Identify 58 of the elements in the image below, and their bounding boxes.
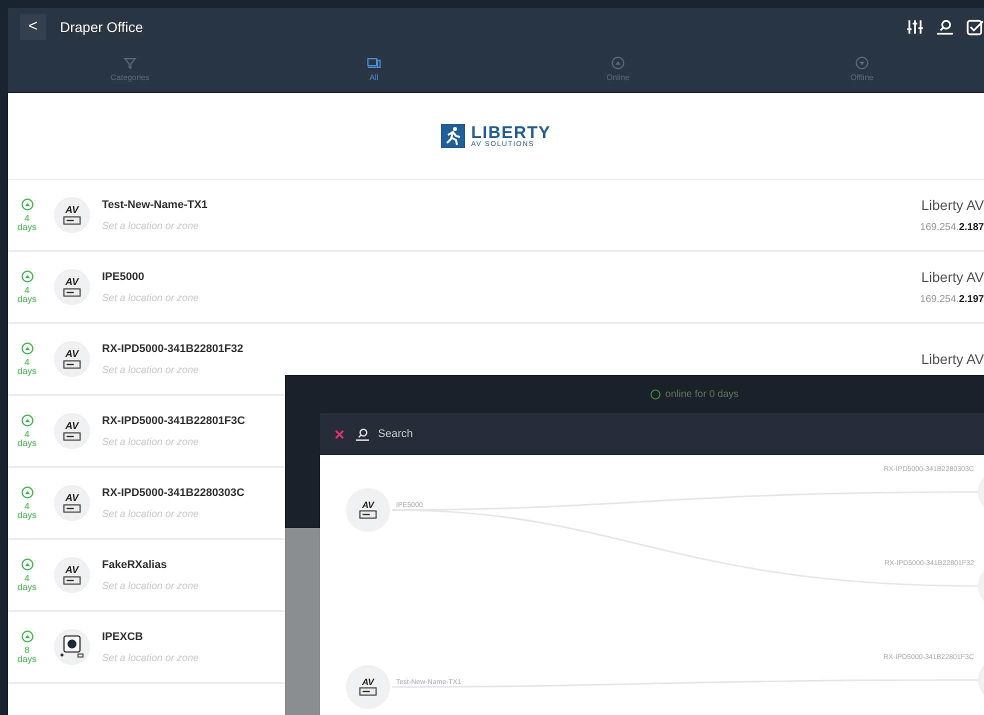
device-row[interactable]: 4 days AV Test-New-Name-TX1 Set a location or zone Liberty AV 169.254.2.187 <box>8 180 984 252</box>
device-name: IPEXCB <box>102 630 144 642</box>
back-button[interactable]: < <box>20 14 46 40</box>
av-device-icon: AV <box>54 269 90 305</box>
location-placeholder[interactable]: Set a location or zone <box>102 292 199 304</box>
filter-icon <box>123 56 137 70</box>
uptime-count: 4 <box>24 430 30 439</box>
device-name: RX-IPD5000-341B2280303C <box>102 486 244 498</box>
device-name: IPE5000 <box>102 270 146 282</box>
location-placeholder[interactable]: Set a location or zone <box>102 364 244 376</box>
location-placeholder[interactable]: Set a location or zone <box>102 508 244 520</box>
search-icon <box>355 426 370 442</box>
av-device-icon[interactable]: AV <box>346 488 390 532</box>
uptime-count: 8 <box>24 646 30 655</box>
uptime-unit: days <box>17 295 36 304</box>
uptime-unit: days <box>17 655 36 664</box>
logo-wordmark: LIBERTY <box>471 124 551 141</box>
uptime-count: 4 <box>24 286 30 295</box>
ip-address: 169.254.2.187 <box>920 222 984 233</box>
av-device-icon: AV <box>54 413 90 449</box>
av-device-icon[interactable]: AV <box>346 665 390 709</box>
sliders-icon[interactable] <box>906 18 924 36</box>
device-name: RX-IPD5000-341B22801F32 <box>102 342 244 354</box>
window-title: Draper Office <box>60 18 143 34</box>
uptime-unit: days <box>17 367 36 376</box>
device-name: Test-New-Name-TX1 <box>102 198 208 210</box>
av-device-icon: AV <box>54 557 90 593</box>
down-circle-icon <box>855 56 869 70</box>
av-device-icon: AV <box>54 485 90 521</box>
uptime-unit: days <box>17 583 36 592</box>
location-placeholder[interactable]: Set a location or zone <box>102 652 199 664</box>
up-circle-icon <box>611 56 625 70</box>
uptime-unit: days <box>17 223 36 232</box>
vendor-name: Liberty AV <box>921 197 984 213</box>
search-icon[interactable] <box>936 18 954 36</box>
uptime-unit: days <box>17 439 36 448</box>
uptime-count: 4 <box>24 502 30 511</box>
av-device-icon: AV <box>54 197 90 233</box>
location-placeholder[interactable]: Set a location or zone <box>102 220 208 232</box>
vendor-name: Liberty AV <box>921 351 984 367</box>
search-field[interactable]: Search <box>376 427 500 441</box>
devices-icon <box>367 56 381 70</box>
uptime-unit: days <box>17 511 36 520</box>
vendor-name: Liberty AV <box>921 269 984 285</box>
device-name: RX-IPD5000-341B22801F3C <box>102 414 246 426</box>
tab[interactable]: All <box>252 45 496 92</box>
status-icon <box>650 388 662 400</box>
location-placeholder[interactable]: Set a location or zone <box>102 580 199 592</box>
runner-logo-icon <box>441 124 466 148</box>
location-placeholder[interactable]: Set a location or zone <box>102 436 246 448</box>
uptime-count: 4 <box>24 574 30 583</box>
uptime-count: 4 <box>24 358 30 367</box>
device-name: FakeRXalias <box>102 558 168 570</box>
device-row[interactable]: 4 days AV IPE5000 Set a location or zone Liberty AV 169.254.2.197 <box>8 252 984 324</box>
ip-address: 169.254.2.197 <box>920 294 984 305</box>
checkbox-icon[interactable] <box>966 18 984 36</box>
av-device-icon: AV <box>54 341 90 377</box>
uptime-count: 4 <box>24 214 30 223</box>
